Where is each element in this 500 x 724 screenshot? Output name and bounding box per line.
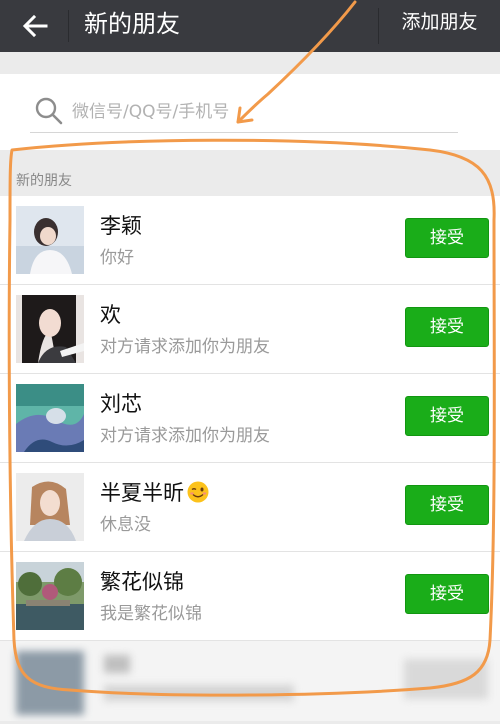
top-bar: 新的朋友 添加朋友 (0, 0, 500, 52)
friend-name: 半夏半昕 (100, 477, 209, 507)
accept-button[interactable]: 接受 (405, 485, 489, 525)
add-friend-button[interactable]: 添加朋友 (379, 0, 500, 52)
request-message: 对方请求添加你为朋友 (100, 337, 270, 357)
avatar (16, 295, 84, 363)
blurred-button (404, 659, 488, 699)
friend-name-text: 半夏半昕 (100, 481, 184, 505)
friend-name: 欢 (100, 303, 121, 327)
friend-name: 繁花似锦 (100, 570, 184, 594)
accept-button[interactable]: 接受 (405, 574, 489, 614)
friend-request-row[interactable]: 半夏半昕 休息没 接受 (0, 463, 500, 552)
blurred-friend-request-row (0, 641, 500, 721)
back-button[interactable] (12, 6, 58, 46)
accept-button[interactable]: 接受 (405, 307, 489, 347)
avatar (16, 206, 84, 274)
friend-request-row[interactable]: 刘芯 对方请求添加你为朋友 接受 (0, 374, 500, 463)
avatar-photo-icon (16, 473, 84, 541)
avatar-photo-icon (16, 295, 84, 363)
avatar-photo-icon (16, 206, 84, 274)
request-message: 休息没 (100, 515, 151, 535)
blurred-avatar (16, 651, 84, 715)
page-title: 新的朋友 (84, 10, 180, 38)
friend-request-list: 李颖 你好 接受 欢 对方请求添加你为朋友 接受 刘芯 对方请求添加你为朋友 接… (0, 196, 500, 721)
section-title: 新的朋友 (16, 173, 72, 189)
search-bar (0, 74, 500, 150)
search-input[interactable] (72, 94, 452, 130)
avatar-photo-icon (16, 562, 84, 630)
avatar (16, 473, 84, 541)
blurred-message (104, 685, 294, 701)
accept-button[interactable]: 接受 (405, 396, 489, 436)
request-message: 我是繁花似锦 (100, 604, 202, 624)
search-icon (35, 97, 63, 125)
header-divider (68, 10, 69, 42)
request-message: 对方请求添加你为朋友 (100, 426, 270, 446)
friend-request-row[interactable]: 李颖 你好 接受 (0, 196, 500, 285)
search-underline (30, 132, 458, 133)
request-message: 你好 (100, 248, 134, 268)
avatar-photo-icon (16, 384, 84, 452)
avatar (16, 562, 84, 630)
back-arrow-icon (22, 14, 48, 38)
accept-button[interactable]: 接受 (405, 218, 489, 258)
friend-name: 李颖 (100, 214, 142, 238)
friend-request-row[interactable]: 繁花似锦 我是繁花似锦 接受 (0, 552, 500, 641)
friend-request-row[interactable]: 欢 对方请求添加你为朋友 接受 (0, 285, 500, 374)
winking-face-emoji-icon (187, 481, 209, 503)
avatar (16, 384, 84, 452)
friend-name: 刘芯 (100, 392, 142, 416)
blurred-name (104, 655, 130, 673)
